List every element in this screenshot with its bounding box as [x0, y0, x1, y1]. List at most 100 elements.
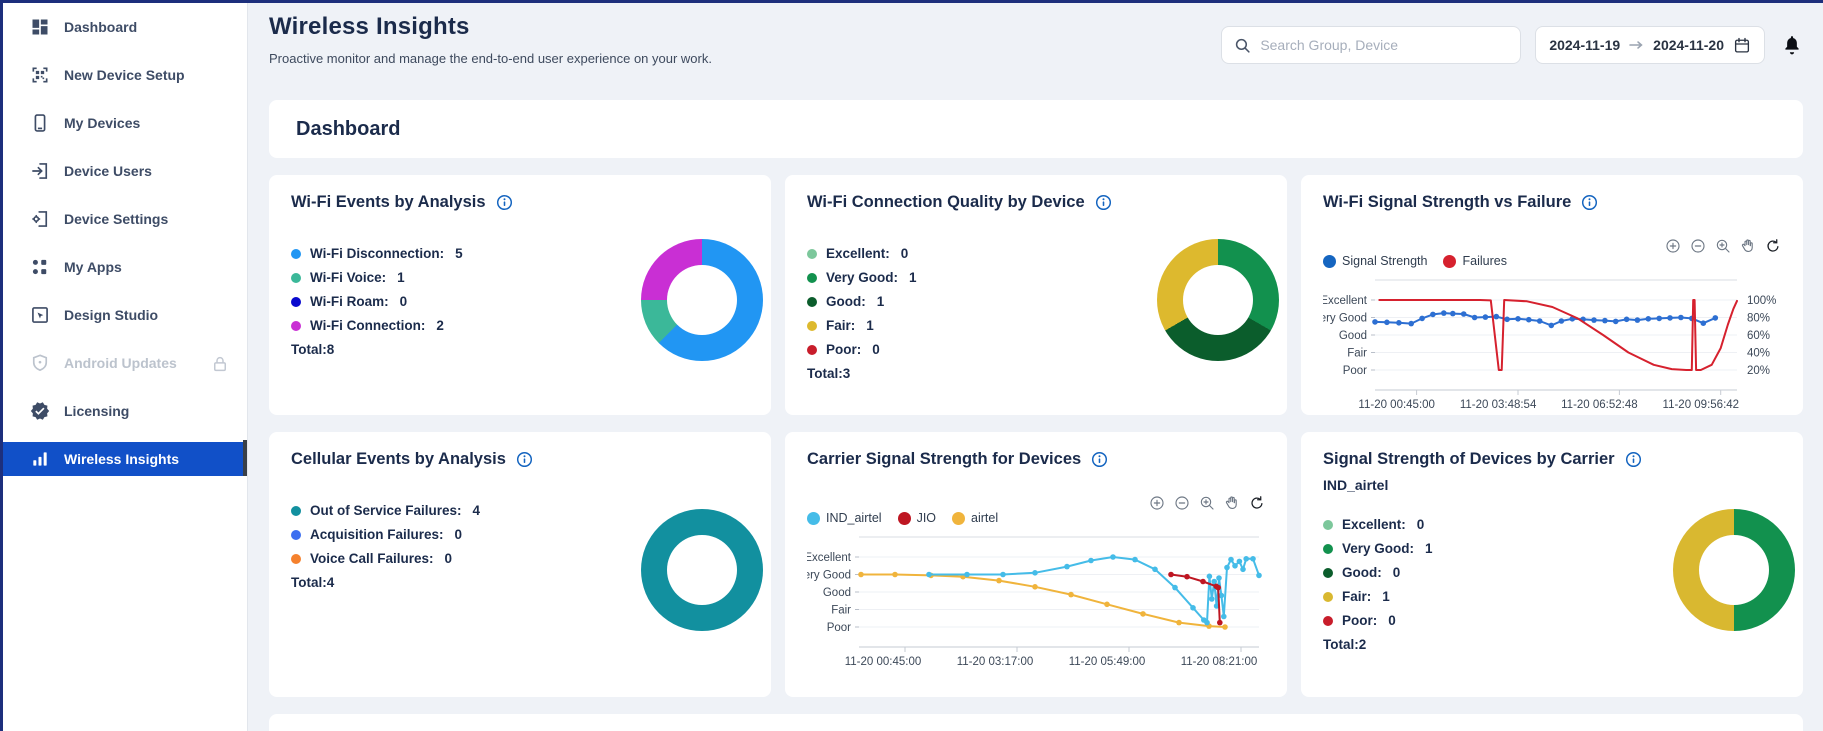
svg-text:11-20 03:48:54: 11-20 03:48:54: [1460, 399, 1537, 411]
legend-value: 1: [866, 318, 874, 333]
reset-icon[interactable]: [1765, 238, 1781, 254]
sidebar-item-wireless-insights[interactable]: Wireless Insights: [3, 442, 247, 476]
date-from[interactable]: 2024-11-19: [1549, 37, 1620, 53]
svg-text:11-20 03:17:00: 11-20 03:17:00: [957, 656, 1034, 668]
box-zoom-icon[interactable]: [1715, 238, 1731, 254]
info-icon[interactable]: [1625, 451, 1642, 468]
card-wifi-signal-strength-vs-failure: Wi-Fi Signal Strength vs Failure Signal …: [1301, 175, 1803, 415]
sidebar-item-dashboard[interactable]: Dashboard: [3, 10, 247, 44]
legend-label: IND_airtel: [826, 511, 882, 525]
zoom-in-icon[interactable]: [1665, 238, 1681, 254]
legend-value: 0: [1393, 565, 1401, 580]
date-range-arrow-icon: [1629, 40, 1644, 50]
legend-dot: [1323, 568, 1333, 578]
box-zoom-icon[interactable]: [1199, 495, 1215, 511]
svg-text:Very Good: Very Good: [807, 570, 851, 582]
shield-icon: [30, 353, 50, 373]
info-icon[interactable]: [516, 451, 533, 468]
search-box: [1221, 26, 1521, 64]
reset-icon[interactable]: [1249, 495, 1265, 511]
legend-dot: [291, 297, 301, 307]
legend-item-airtel[interactable]: airtel: [952, 511, 998, 525]
info-icon[interactable]: [1091, 451, 1108, 468]
legend-value: 1: [397, 270, 405, 285]
legend-label: Excellent:: [826, 246, 890, 261]
legend-value: 1: [1425, 541, 1433, 556]
sidebar-item-device-users[interactable]: Device Users: [3, 154, 247, 188]
sidebar-item-device-settings[interactable]: Device Settings: [3, 202, 247, 236]
legend-label: Excellent:: [1342, 517, 1406, 532]
svg-text:Good: Good: [1339, 330, 1367, 342]
legend-value: 0: [445, 551, 453, 566]
svg-text:11-20 00:45:00: 11-20 00:45:00: [1358, 399, 1435, 411]
card-carrier-signal-strength-for-devices: Carrier Signal Strength for Devices IND_…: [785, 432, 1287, 697]
sidebar-item-label: My Devices: [64, 115, 140, 131]
legend-dot: [952, 512, 965, 525]
svg-text:Very Good: Very Good: [1323, 313, 1367, 325]
legend-item-signal-strength[interactable]: Signal Strength: [1323, 254, 1427, 268]
legend-dot: [807, 273, 817, 283]
qr-scan-icon: [30, 65, 50, 85]
zoom-in-icon[interactable]: [1149, 495, 1165, 511]
app-window: Dashboard New Device Setup My Devices Devic…: [0, 0, 1823, 731]
legend-value: 0: [901, 246, 909, 261]
sidebar-item-design-studio[interactable]: Design Studio: [3, 298, 247, 332]
card-signal-strength-of-devices-by-carrier: Signal Strength of Devices by Carrier IN…: [1301, 432, 1803, 697]
pan-icon[interactable]: [1740, 238, 1756, 254]
card-title: Wi-Fi Connection Quality by Device: [807, 193, 1085, 212]
legend-label: JIO: [917, 511, 936, 525]
info-icon[interactable]: [496, 194, 513, 211]
sidebar-item-licensing[interactable]: Licensing: [3, 394, 247, 428]
sidebar-item-label: New Device Setup: [64, 67, 185, 83]
info-icon[interactable]: [1095, 194, 1112, 211]
legend-value: 0: [400, 294, 408, 309]
donut-chart: [641, 509, 763, 631]
legend-label: Failures: [1462, 254, 1506, 268]
legend-item-failures[interactable]: Failures: [1443, 254, 1506, 268]
device-user-icon: [30, 161, 50, 181]
search-input[interactable]: [1260, 37, 1508, 53]
legend-label: Voice Call Failures:: [310, 551, 434, 566]
info-icon[interactable]: [1581, 194, 1598, 211]
legend-label: Out of Service Failures:: [310, 503, 462, 518]
donut-hole: [667, 535, 737, 605]
legend-dot: [291, 554, 301, 564]
donut-hole: [667, 265, 737, 335]
next-section-card-partial: [269, 714, 1803, 731]
legend-item-jio[interactable]: JIO: [898, 511, 936, 525]
legend-label: Very Good:: [826, 270, 898, 285]
chart-legend: Signal Strength Failures: [1323, 254, 1507, 268]
top-accent-bar: [0, 0, 1823, 3]
sidebar-item-my-apps[interactable]: My Apps: [3, 250, 247, 284]
dashboard-heading: Dashboard: [296, 118, 400, 141]
svg-text:40%: 40%: [1747, 348, 1770, 360]
legend-label: Acquisition Failures:: [310, 527, 444, 542]
main-content: Wireless Insights Proactive monitor and …: [249, 3, 1823, 731]
sidebar-item-my-devices[interactable]: My Devices: [3, 106, 247, 140]
sidebar-item-android-updates[interactable]: Android Updates: [3, 346, 247, 380]
legend-label: Fair:: [1342, 589, 1371, 604]
sidebar-item-label: Design Studio: [64, 307, 158, 323]
pan-icon[interactable]: [1224, 495, 1240, 511]
legend-dot: [291, 321, 301, 331]
legend-label: Wi-Fi Voice:: [310, 270, 386, 285]
calendar-icon[interactable]: [1733, 36, 1751, 55]
sidebar-item-label: Device Settings: [64, 211, 168, 227]
sidebar: Dashboard New Device Setup My Devices Devic…: [0, 3, 248, 731]
legend-label: Poor:: [1342, 613, 1377, 628]
sidebar-item-new-device-setup[interactable]: New Device Setup: [3, 58, 247, 92]
legend-label: Poor:: [826, 342, 861, 357]
sidebar-item-label: Wireless Insights: [64, 451, 179, 467]
legend-item-ind-airtel[interactable]: IND_airtel: [807, 511, 882, 525]
legend-label: Fair:: [826, 318, 855, 333]
svg-text:Fair: Fair: [831, 605, 851, 617]
date-to[interactable]: 2024-11-20: [1653, 37, 1724, 53]
zoom-out-icon[interactable]: [1690, 238, 1706, 254]
sidebar-scrollbar-thumb[interactable]: [243, 440, 247, 476]
zoom-out-icon[interactable]: [1174, 495, 1190, 511]
lock-icon: [211, 354, 229, 372]
date-range-picker[interactable]: 2024-11-19 2024-11-20: [1535, 26, 1765, 64]
legend-dot: [1323, 592, 1333, 602]
total-label: Total:2: [1323, 637, 1781, 652]
notifications-bell-icon[interactable]: [1781, 26, 1803, 64]
